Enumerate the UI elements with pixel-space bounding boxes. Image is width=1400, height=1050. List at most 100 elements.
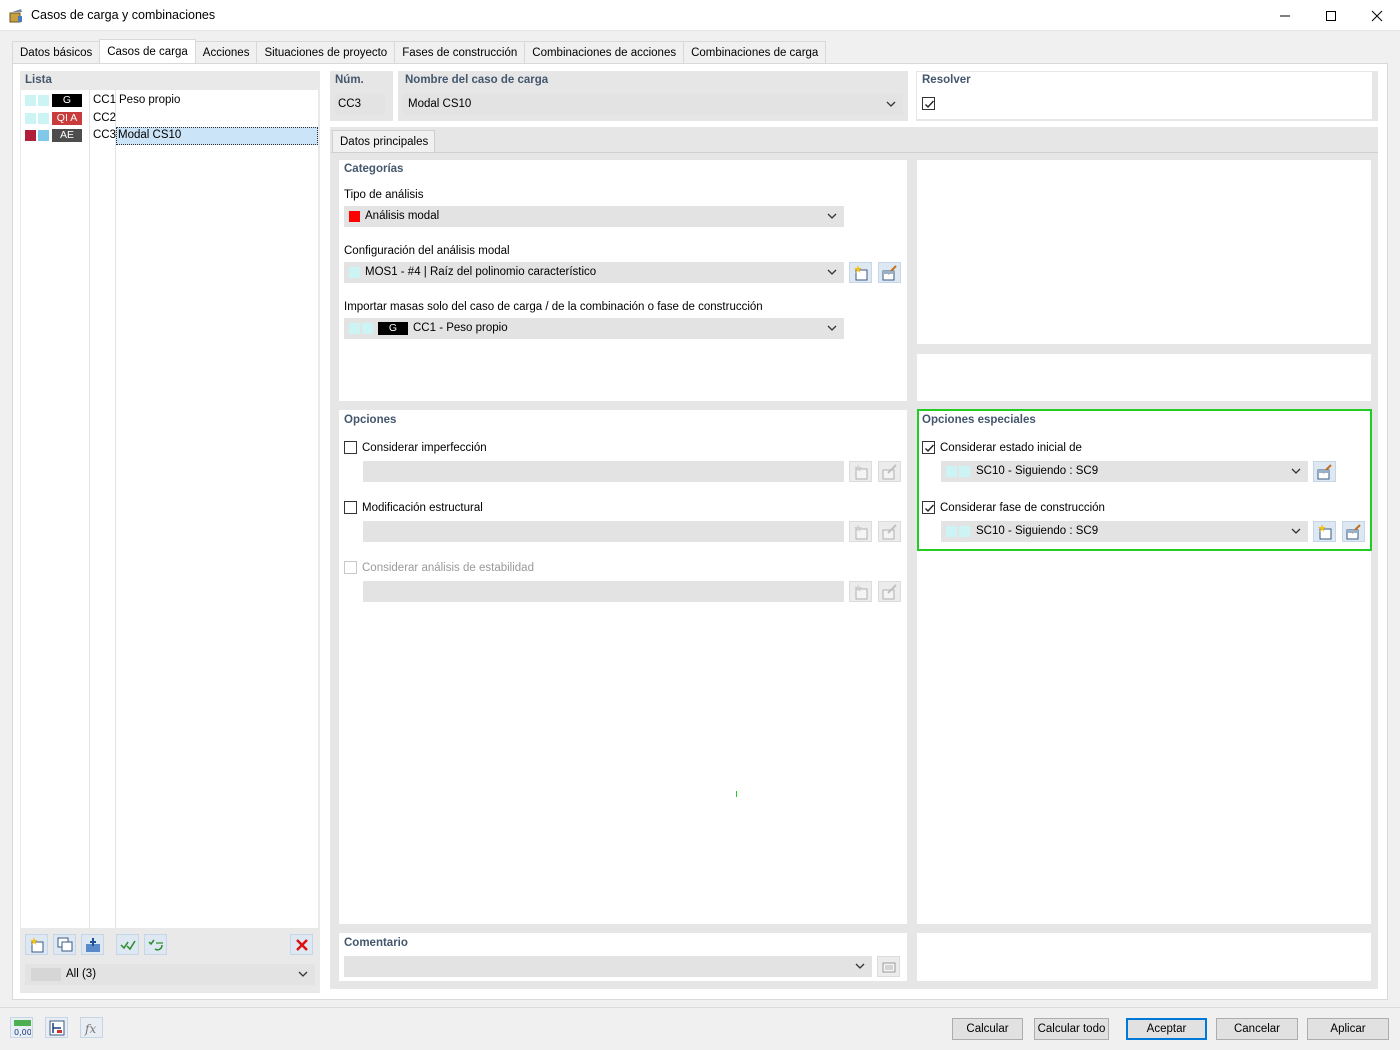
list-item-selected[interactable]: AE CC3 Modal CS10 (21, 127, 318, 145)
checkmark-icon (925, 504, 935, 513)
svg-text:0,00: 0,00 (14, 1028, 31, 1037)
copy-load-case-button[interactable] (53, 934, 76, 955)
tab-datos-principales[interactable]: Datos principales (332, 130, 435, 153)
accept-button[interactable]: Aceptar (1126, 1018, 1207, 1040)
initial-state-select[interactable]: SC10 - Siguiendo : SC9 (941, 461, 1308, 482)
modal-config-select[interactable]: MOS1 - #4 | Raíz del polinomio caracterí… (344, 262, 844, 283)
chevron-down-icon (1291, 468, 1301, 474)
analysis-type-select[interactable]: Análisis modal (344, 206, 844, 227)
list-item[interactable]: QI A CC2 (21, 110, 318, 127)
display-settings-button[interactable] (45, 1017, 68, 1038)
structural-mod-select[interactable] (363, 521, 844, 542)
delete-button[interactable] (290, 934, 313, 955)
analysis-color-swatch (349, 211, 360, 222)
tab-fases-de-construccion[interactable]: Fases de construcción (394, 41, 526, 63)
stability-checkbox[interactable] (344, 561, 357, 574)
chevron-down-icon (827, 269, 837, 275)
svg-text:fx: fx (84, 1022, 96, 1036)
construction-stage-checkbox[interactable] (922, 501, 935, 514)
comment-select[interactable] (344, 956, 872, 977)
comment-side-panel (917, 933, 1371, 981)
edit-icon (1346, 524, 1361, 540)
resolve-checkbox[interactable] (922, 97, 935, 110)
tab-situaciones-de-proyecto[interactable]: Situaciones de proyecto (256, 41, 396, 63)
chevron-down-icon (827, 213, 837, 219)
chevron-down-icon (827, 325, 837, 331)
new-imperfection-button[interactable] (849, 461, 872, 482)
formula-icon: fx (84, 1022, 96, 1036)
comment-library-button[interactable] (877, 956, 900, 977)
initial-state-checkbox[interactable] (922, 441, 935, 454)
color-swatch (349, 267, 360, 278)
title-bar: Casos de carga y combinaciones (0, 0, 1400, 31)
edit-stability-button[interactable] (878, 581, 901, 602)
list-item-name: Peso propio (119, 94, 181, 106)
edit-construction-stage-button[interactable] (1342, 521, 1365, 542)
tab-combinaciones-de-acciones[interactable]: Combinaciones de acciones (524, 41, 685, 63)
load-tag: QI A (52, 112, 82, 125)
color-swatch (349, 323, 360, 334)
stability-select[interactable] (363, 581, 844, 602)
display-icon (49, 1020, 65, 1036)
list-box[interactable] (21, 90, 318, 928)
edit-icon (882, 464, 897, 480)
structural-mod-checkbox[interactable] (344, 501, 357, 514)
cancel-button[interactable]: Cancelar (1216, 1018, 1298, 1040)
edit-initial-state-button[interactable] (1313, 461, 1336, 482)
name-combo[interactable]: Modal CS10 (403, 94, 903, 115)
name-label: Nombre del caso de carga (405, 74, 549, 86)
color-swatch (38, 95, 49, 106)
toggle-check-button[interactable] (144, 934, 167, 955)
imperfection-select[interactable] (363, 461, 844, 482)
num-field: CC3 (335, 94, 385, 115)
list-title: Lista (25, 74, 52, 86)
formula-button[interactable]: fx (80, 1017, 103, 1038)
imperfection-checkbox[interactable] (344, 441, 357, 454)
tab-datos-basicos[interactable]: Datos básicos (12, 41, 101, 63)
color-swatch (959, 526, 970, 537)
new-construction-stage-button[interactable] (1313, 521, 1336, 542)
tab-datos-principales-label: Datos principales (340, 136, 429, 148)
check-all-button[interactable] (116, 934, 139, 955)
app-icon (9, 9, 22, 23)
maximize-button[interactable] (1308, 0, 1354, 31)
library-icon (882, 962, 896, 973)
construction-stage-select[interactable]: SC10 - Siguiendo : SC9 (941, 521, 1308, 542)
list-item[interactable]: G CC1 Peso propio (21, 92, 318, 109)
tab-acciones[interactable]: Acciones (194, 41, 258, 63)
units-button[interactable]: 0,00 (10, 1017, 33, 1038)
calculate-all-button[interactable]: Calcular todo (1034, 1018, 1109, 1040)
apply-button[interactable]: Aplicar (1307, 1018, 1389, 1040)
close-button[interactable] (1354, 0, 1400, 31)
edit-modal-config-button[interactable] (878, 262, 901, 283)
new-modal-config-button[interactable] (849, 262, 872, 283)
window-title: Casos de carga y combinaciones (31, 8, 216, 22)
edit-icon (1317, 464, 1332, 480)
color-swatch (25, 95, 36, 106)
new-item-icon (1318, 524, 1332, 540)
import-button[interactable] (81, 934, 104, 955)
list-filter-value: All (3) (66, 968, 97, 980)
chevron-down-icon (886, 101, 896, 107)
edit-structural-mod-button[interactable] (878, 521, 901, 542)
edit-imperfection-button[interactable] (878, 461, 901, 482)
list-filter-select[interactable]: All (3) (25, 964, 315, 985)
tab-casos-de-carga[interactable]: Casos de carga (99, 39, 196, 63)
new-structural-mod-button[interactable] (849, 521, 872, 542)
color-swatch (25, 130, 36, 141)
resolve-label: Resolver (922, 74, 971, 86)
imperfection-label: Considerar imperfección (362, 442, 487, 454)
list-item-id: CC1 (93, 94, 117, 106)
import-masses-select[interactable]: G CC1 - Peso propio (344, 318, 844, 339)
calculate-button[interactable]: Calcular (952, 1018, 1023, 1040)
categories-title: Categorías (344, 163, 404, 175)
options-title: Opciones (344, 414, 397, 426)
new-load-case-button[interactable] (25, 934, 48, 955)
tab-combinaciones-de-carga[interactable]: Combinaciones de carga (683, 41, 827, 63)
new-item-icon (854, 464, 868, 480)
minimize-button[interactable] (1262, 0, 1308, 31)
analysis-type-value: Análisis modal (365, 210, 440, 222)
name-value: Modal CS10 (408, 98, 472, 110)
new-stability-button[interactable] (849, 581, 872, 602)
info-panel (917, 160, 1371, 344)
